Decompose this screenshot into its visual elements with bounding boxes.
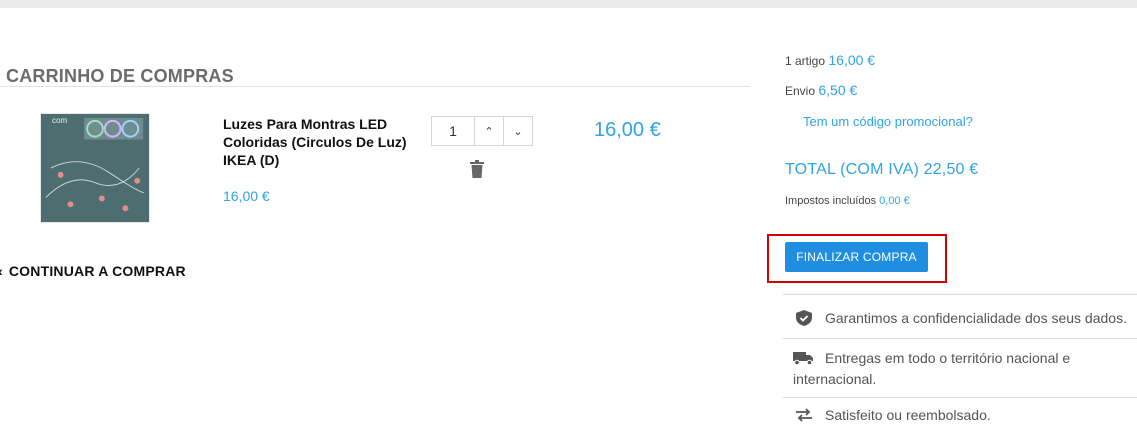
quantity-stepper: 1 ⌃ ⌄ <box>431 116 533 146</box>
taxes-label: Impostos incluídos <box>785 195 877 207</box>
taxes-line: Impostos incluídos 0,00 € <box>785 195 910 207</box>
product-image[interactable] <box>40 113 150 223</box>
assurance-privacy-text: Garantimos a confidencialidade dos seus … <box>825 310 1127 326</box>
product-unit-price: 16,00 € <box>223 188 270 204</box>
chevron-down-icon: ⌄ <box>513 125 523 138</box>
checkout-button[interactable]: FINALIZAR COMPRA <box>785 242 928 272</box>
product-name[interactable]: Luzes Para Montras LED Coloridas (Circul… <box>223 115 408 169</box>
taxes-value: 0,00 € <box>879 195 910 207</box>
truck-icon <box>793 350 815 366</box>
assurance-delivery: Entregas em todo o território nacional e… <box>793 348 1123 390</box>
title-divider <box>0 86 750 87</box>
summary-items: 1 artigo 16,00 € <box>785 52 875 68</box>
summary-shipping-value: 6,50 € <box>818 82 858 98</box>
assurance-privacy: Garantimos a confidencialidade dos seus … <box>793 308 1127 329</box>
assurance-divider <box>783 338 1137 339</box>
quantity-decrease-button[interactable]: ⌄ <box>504 116 533 146</box>
summary-items-value: 16,00 € <box>828 52 876 68</box>
assurance-refund-text: Satisfeito ou reembolsado. <box>825 407 991 423</box>
continue-shopping-link[interactable]: ‹ CONTINUAR A COMPRAR <box>0 263 186 279</box>
assurance-refund: Satisfeito ou reembolsado. <box>793 405 991 426</box>
chevron-left-icon: ‹ <box>0 263 3 279</box>
exchange-arrows-icon <box>793 407 815 423</box>
product-image-caption: com <box>52 116 68 125</box>
summary-items-label: 1 artigo <box>785 54 826 68</box>
assurance-divider <box>783 294 1137 295</box>
shield-check-icon <box>793 310 815 326</box>
assurance-delivery-text: Entregas em todo o território nacional e… <box>793 350 1071 387</box>
assurance-divider <box>783 397 1137 398</box>
order-total: TOTAL (COM IVA) 22,50 € <box>785 161 979 178</box>
summary-shipping: Envio 6,50 € <box>785 82 857 98</box>
remove-item-button[interactable] <box>469 160 485 178</box>
page-title: CARRINHO DE COMPRAS <box>6 66 234 86</box>
promo-code-link[interactable]: Tem um código promocional? <box>803 114 973 129</box>
continue-shopping-label: CONTINUAR A COMPRAR <box>8 263 186 279</box>
top-strip <box>0 0 1137 8</box>
chevron-up-icon: ⌃ <box>484 125 494 138</box>
quantity-increase-button[interactable]: ⌃ <box>475 116 504 146</box>
summary-shipping-label: Envio <box>785 84 816 98</box>
trash-icon <box>470 160 484 178</box>
quantity-input[interactable]: 1 <box>431 116 475 146</box>
line-total: 16,00 € <box>594 119 661 141</box>
